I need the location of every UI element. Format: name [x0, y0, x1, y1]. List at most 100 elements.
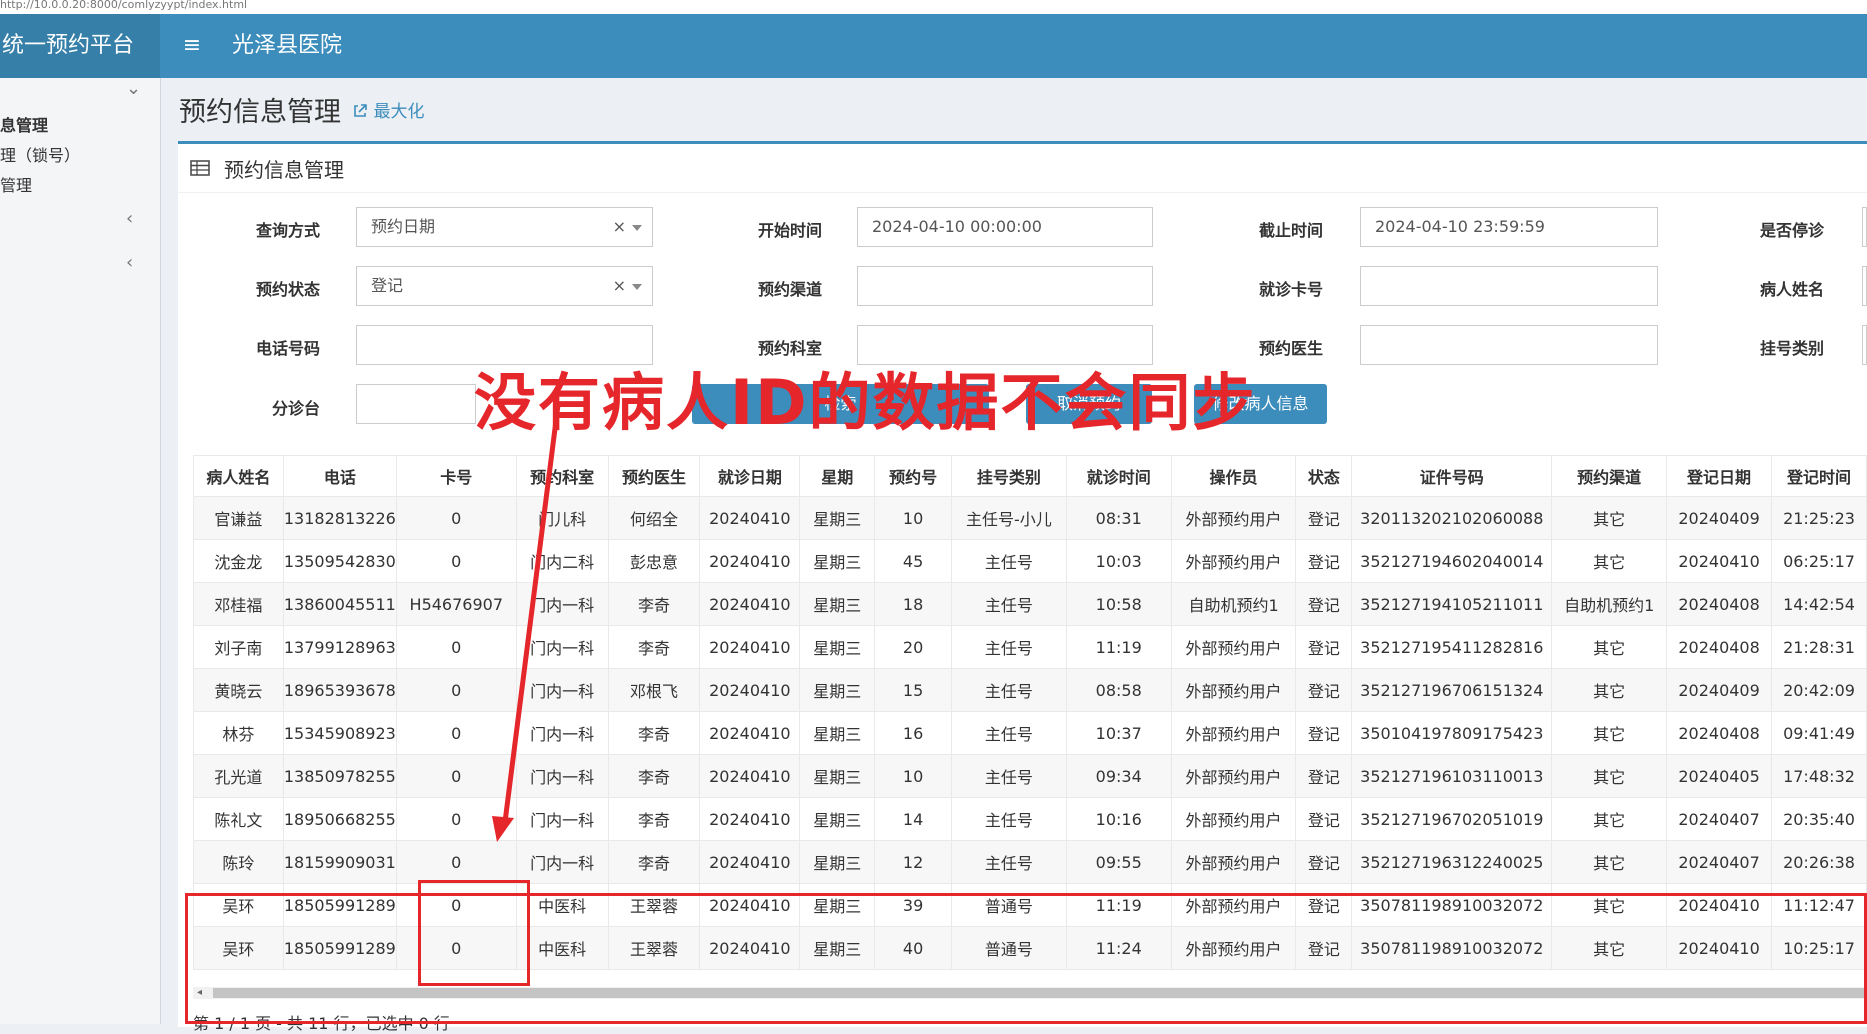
col-header[interactable]: 登记时间: [1771, 455, 1867, 497]
clear-icon[interactable]: ×: [613, 208, 626, 246]
doctor-label: 预约医生: [1258, 339, 1323, 358]
table-row[interactable]: 沈金龙 13509542830 0 门内二科 彭忠意 20240410 星期三 45 主任号 10…: [193, 539, 1867, 583]
brand-logo[interactable]: 统一预约平台: [0, 14, 160, 78]
chevron-down-icon[interactable]: ⌄: [126, 78, 141, 99]
table-cell: 20240410: [699, 496, 801, 540]
col-header[interactable]: 就诊时间: [1065, 455, 1172, 497]
maximize-link[interactable]: 最大化: [352, 102, 425, 122]
table-cell: 10:58: [1065, 582, 1172, 626]
table-cell: 外部预约用户: [1170, 668, 1297, 712]
table-cell: 10: [874, 496, 952, 540]
sidebar-item-management[interactable]: 管理: [0, 172, 160, 196]
table-cell: 林芬: [193, 711, 284, 755]
table-cell: 20:42:09: [1771, 668, 1867, 712]
card-number-input[interactable]: [1360, 266, 1658, 306]
table-cell: 18965393678: [282, 668, 397, 712]
table-cell: 登记: [1295, 668, 1353, 712]
patient-name-input[interactable]: [1862, 266, 1867, 306]
table-cell: 主任号: [951, 840, 1067, 884]
table-cell: 20240409: [1666, 496, 1772, 540]
table-cell: 0: [395, 539, 517, 583]
channel-select[interactable]: [857, 266, 1153, 306]
col-header[interactable]: 就诊日期: [699, 455, 801, 497]
table-cell: 其它: [1551, 754, 1668, 798]
table-cell: 20240409: [1666, 668, 1772, 712]
table-row[interactable]: 邓桂福 13860045511 H54676907 门内一科 李奇 20240410 星期三…: [193, 582, 1867, 626]
col-header[interactable]: 登记日期: [1666, 455, 1772, 497]
end-time-input[interactable]: 2024-04-10 23:59:59: [1360, 207, 1658, 247]
triage-select[interactable]: [356, 384, 476, 424]
doctor-select[interactable]: [1360, 325, 1658, 365]
table-cell: 沈金龙: [193, 539, 284, 583]
table-row[interactable]: 黄晓云 18965393678 0 门内一科 邓根飞 20240410 星期三 15 主任号 08…: [193, 668, 1867, 712]
table-cell: 李奇: [607, 840, 701, 884]
table-cell: 官谦益: [193, 496, 284, 540]
table-row[interactable]: 林芬 15345908923 0 门内一科 李奇 20240410 星期三 16 主任号 10:3…: [193, 711, 1867, 755]
col-header[interactable]: 操作员: [1170, 455, 1297, 497]
table-row[interactable]: 官谦益 13182813226 0 门儿科 何绍全 20240410 星期三 10 主任号-小儿…: [193, 496, 1867, 540]
sidebar-item-info-management[interactable]: 息管理: [0, 112, 160, 136]
table-cell: 13860045511: [282, 582, 397, 626]
table-cell: 350104197809175423: [1351, 711, 1553, 755]
col-header[interactable]: 病人姓名: [193, 455, 284, 497]
chevron-left-icon[interactable]: ‹: [126, 208, 133, 229]
col-header[interactable]: 证件号码: [1351, 455, 1553, 497]
col-header[interactable]: 电话: [282, 455, 397, 497]
table-cell: 17:48:32: [1771, 754, 1867, 798]
table-cell: 45: [874, 539, 952, 583]
phone-label: 电话号码: [255, 339, 320, 358]
browser-url[interactable]: http://10.0.0.20:8000/comlyzyypt/index.h…: [0, 0, 1867, 14]
table-cell: 352127196706151324: [1351, 668, 1553, 712]
table-cell: 18159909031: [282, 840, 397, 884]
table-row[interactable]: 陈礼文 18950668255 0 门内一科 李奇 20240410 星期三 14 主任号 10:…: [193, 797, 1867, 841]
table-cell: 门内二科: [515, 539, 609, 583]
table-cell: 李奇: [607, 797, 701, 841]
table-row[interactable]: 孔光道 13850978255 0 门内一科 李奇 20240410 星期三 10 主任号 09:…: [193, 754, 1867, 798]
page-title: 预约信息管理: [179, 97, 341, 128]
col-header[interactable]: 挂号类别: [951, 455, 1067, 497]
table-row[interactable]: 刘子南 13799128963 0 门内一科 李奇 20240410 星期三 20 主任号 11:…: [193, 625, 1867, 669]
table-cell: 星期三: [799, 496, 876, 540]
table-cell: 星期三: [799, 582, 876, 626]
table-cell: 12: [874, 840, 952, 884]
table-cell: 主任号: [951, 539, 1067, 583]
end-time-label: 截止时间: [1258, 221, 1323, 240]
col-header[interactable]: 预约号: [874, 455, 952, 497]
col-header[interactable]: 卡号: [395, 455, 517, 497]
col-header[interactable]: 星期: [799, 455, 876, 497]
start-time-input[interactable]: 2024-04-10 00:00:00: [857, 207, 1153, 247]
col-header[interactable]: 预约渠道: [1551, 455, 1668, 497]
table-cell: 登记: [1295, 754, 1353, 798]
table-cell: 登记: [1295, 797, 1353, 841]
chevron-left-icon[interactable]: ‹: [126, 252, 133, 273]
table-cell: 外部预约用户: [1170, 797, 1297, 841]
table-cell: 黄晓云: [193, 668, 284, 712]
table-cell: 18950668255: [282, 797, 397, 841]
table-cell: 门内一科: [515, 840, 609, 884]
table-cell: 登记: [1295, 840, 1353, 884]
sidebar-item-lock-number[interactable]: 理（锁号）: [0, 142, 160, 166]
table-cell: 李奇: [607, 625, 701, 669]
table-cell: 其它: [1551, 797, 1668, 841]
table-cell: 外部预约用户: [1170, 711, 1297, 755]
table-cell: 主任号: [951, 754, 1067, 798]
col-header[interactable]: 预约科室: [515, 455, 609, 497]
table-cell: 06:25:17: [1771, 539, 1867, 583]
highlight-card-box: [418, 880, 530, 986]
col-header[interactable]: 预约医生: [607, 455, 701, 497]
status-select[interactable]: 登记 ×: [356, 266, 653, 306]
table-row[interactable]: 陈玲 18159909031 0 门内一科 李奇 20240410 星期三 12 主任号 09:5…: [193, 840, 1867, 884]
reg-type-select[interactable]: [1862, 325, 1867, 365]
table-cell: 20240410: [699, 539, 801, 583]
sidebar-toggle-icon[interactable]: ≡: [172, 14, 212, 78]
table-cell: 登记: [1295, 539, 1353, 583]
table-cell: 08:58: [1065, 668, 1172, 712]
clear-icon[interactable]: ×: [613, 267, 626, 305]
table-cell: 登记: [1295, 625, 1353, 669]
query-mode-select[interactable]: 预约日期 ×: [356, 207, 653, 247]
query-mode-label: 查询方式: [255, 221, 320, 240]
table-cell: 21:28:31: [1771, 625, 1867, 669]
col-header[interactable]: 状态: [1295, 455, 1353, 497]
stop-clinic-select[interactable]: [1862, 207, 1867, 247]
table-cell: 彭忠意: [607, 539, 701, 583]
